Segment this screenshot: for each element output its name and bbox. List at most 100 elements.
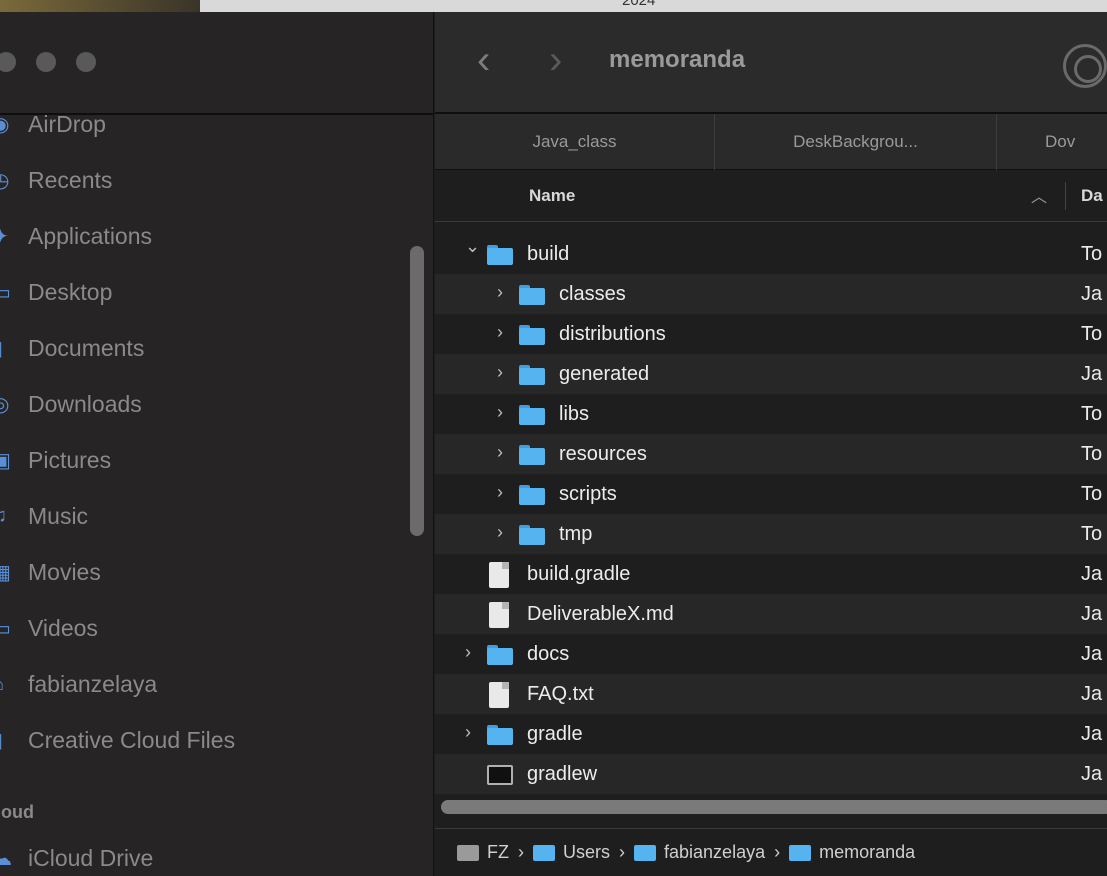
- table-row[interactable]: › generated Ja: [435, 354, 1107, 394]
- download-icon: ◎: [0, 392, 22, 417]
- chevron-right-icon[interactable]: ›: [497, 282, 503, 303]
- folder-icon: [519, 525, 545, 545]
- path-segment-label: fabianzelaya: [664, 842, 766, 862]
- file-date: Ja: [1081, 723, 1103, 745]
- sidebar-item-movies[interactable]: ▦Movies: [0, 552, 400, 592]
- file-name: docs: [527, 643, 570, 665]
- table-row[interactable]: › libs To: [435, 394, 1107, 434]
- document-icon: [489, 562, 509, 588]
- forward-button[interactable]: ›: [549, 38, 562, 83]
- sidebar-item-icloud-drive[interactable]: ☁ iCloud Drive: [0, 838, 400, 876]
- document-icon: [489, 602, 509, 628]
- table-row[interactable]: › scripts To: [435, 474, 1107, 514]
- path-separator: ›: [518, 842, 524, 862]
- file-name: tmp: [559, 523, 593, 545]
- file-name: gradle: [527, 723, 583, 745]
- sidebar-scrollbar[interactable]: [410, 246, 424, 536]
- file-date: Ja: [1081, 603, 1103, 625]
- chevron-right-icon[interactable]: ›: [497, 442, 503, 463]
- finder-main: ‹ › memoranda Java_class DeskBackgrou...…: [435, 12, 1107, 876]
- back-button[interactable]: ‹: [477, 38, 490, 83]
- terminal-icon: [487, 765, 513, 785]
- path-segment[interactable]: FZ: [457, 842, 509, 863]
- folder-icon: [789, 844, 812, 861]
- sidebar-item-label: Pictures: [28, 446, 112, 473]
- chevron-down-icon[interactable]: ⌄: [465, 236, 480, 257]
- folder-icon: [487, 645, 513, 665]
- path-bar: FZ › Users › fabianzelaya › memoranda: [435, 828, 1107, 876]
- applications-icon: ✦: [0, 224, 22, 249]
- file-name: libs: [559, 403, 590, 425]
- tab-downloads[interactable]: Dov: [997, 114, 1107, 170]
- table-row[interactable]: build.gradle Ja: [435, 554, 1107, 594]
- file-date: To: [1081, 243, 1103, 265]
- file-date: To: [1081, 523, 1103, 545]
- sidebar-item-creative-cloud-files[interactable]: ▯Creative Cloud Files: [0, 720, 400, 760]
- table-row[interactable]: › tmp To: [435, 514, 1107, 554]
- sidebar-item-label: Desktop: [28, 278, 113, 305]
- horizontal-scrollbar[interactable]: [441, 800, 1107, 814]
- path-segment[interactable]: fabianzelaya: [634, 842, 765, 863]
- table-row[interactable]: DeliverableX.md Ja: [435, 594, 1107, 634]
- chevron-right-icon[interactable]: ›: [497, 322, 503, 343]
- table-row[interactable]: › distributions To: [435, 314, 1107, 354]
- file-list: ⌄ build To › classes Ja › distributions To › gener…: [435, 234, 1107, 794]
- zoom-window-button[interactable]: [76, 52, 96, 72]
- table-row[interactable]: › gradle Ja: [435, 714, 1107, 754]
- sidebar-item-documents[interactable]: ▯Documents: [0, 328, 400, 368]
- column-separator[interactable]: [1065, 182, 1066, 210]
- file-date: Ja: [1081, 563, 1103, 585]
- sidebar-item-airdrop[interactable]: ◉AirDrop: [0, 104, 400, 144]
- tab-java-class[interactable]: Java_class: [435, 114, 715, 170]
- sidebar-item-label: Downloads: [28, 390, 142, 417]
- path-segment-label: FZ: [487, 842, 509, 862]
- sidebar-item-desktop[interactable]: ▭Desktop: [0, 272, 400, 312]
- chevron-right-icon[interactable]: ›: [465, 642, 471, 663]
- chevron-right-icon[interactable]: ›: [497, 362, 503, 383]
- chevron-right-icon[interactable]: ›: [497, 522, 503, 543]
- close-window-button[interactable]: [0, 52, 16, 72]
- path-segment[interactable]: Users: [533, 842, 610, 863]
- background-window-strip: 2024: [0, 0, 1107, 12]
- sidebar-item-videos[interactable]: ▭Videos: [0, 608, 400, 648]
- file-date: Ja: [1081, 683, 1103, 705]
- airdrop-icon[interactable]: [1063, 44, 1107, 88]
- path-segment[interactable]: memoranda: [789, 842, 915, 863]
- sort-ascending-icon[interactable]: ︿: [1031, 183, 1047, 207]
- chevron-right-icon[interactable]: ›: [497, 402, 503, 423]
- chevron-right-icon[interactable]: ›: [465, 722, 471, 743]
- table-row[interactable]: ⌄ build To: [435, 234, 1107, 274]
- file-date: To: [1081, 403, 1103, 425]
- minimize-window-button[interactable]: [36, 52, 56, 72]
- file-name: distributions: [559, 323, 666, 345]
- table-row[interactable]: › classes Ja: [435, 274, 1107, 314]
- file-name: resources: [559, 443, 647, 465]
- tab-bar: Java_class DeskBackgrou... Dov: [435, 114, 1107, 170]
- airdrop-icon: ◉: [0, 112, 22, 137]
- chevron-right-icon[interactable]: ›: [497, 482, 503, 503]
- table-row[interactable]: FAQ.txt Ja: [435, 674, 1107, 714]
- sidebar-item-music[interactable]: ♫ Music: [0, 496, 400, 536]
- column-name-header[interactable]: Name: [529, 186, 575, 206]
- column-date-header[interactable]: Da: [1081, 186, 1103, 206]
- sidebar-item-applications[interactable]: ✦Applications: [0, 216, 400, 256]
- sidebar-item-recents[interactable]: ◷Recents: [0, 160, 400, 200]
- sidebar-section-icloud: loud: [0, 802, 34, 822]
- tab-deskbackground[interactable]: DeskBackgrou...: [715, 114, 997, 170]
- file-name: gradlew: [527, 763, 598, 785]
- table-row[interactable]: › docs Ja: [435, 634, 1107, 674]
- folder-icon: [519, 445, 545, 465]
- cloud-icon: ☁: [0, 846, 22, 871]
- sidebar-item-label: Movies: [28, 558, 101, 585]
- window-title: memoranda: [609, 46, 746, 73]
- table-row[interactable]: gradlew Ja: [435, 754, 1107, 794]
- sidebar-item-downloads[interactable]: ◎Downloads: [0, 384, 400, 424]
- sidebar-item-fabianzelaya[interactable]: ⌂ fabianzelaya: [0, 664, 400, 704]
- file-name: build: [527, 243, 570, 265]
- sidebar-item-pictures[interactable]: ▣Pictures: [0, 440, 400, 480]
- path-separator: ›: [619, 842, 626, 862]
- table-row[interactable]: › resources To: [435, 434, 1107, 474]
- file-date: To: [1081, 323, 1103, 345]
- film-icon: ▦: [0, 560, 22, 585]
- file-date: To: [1081, 483, 1103, 505]
